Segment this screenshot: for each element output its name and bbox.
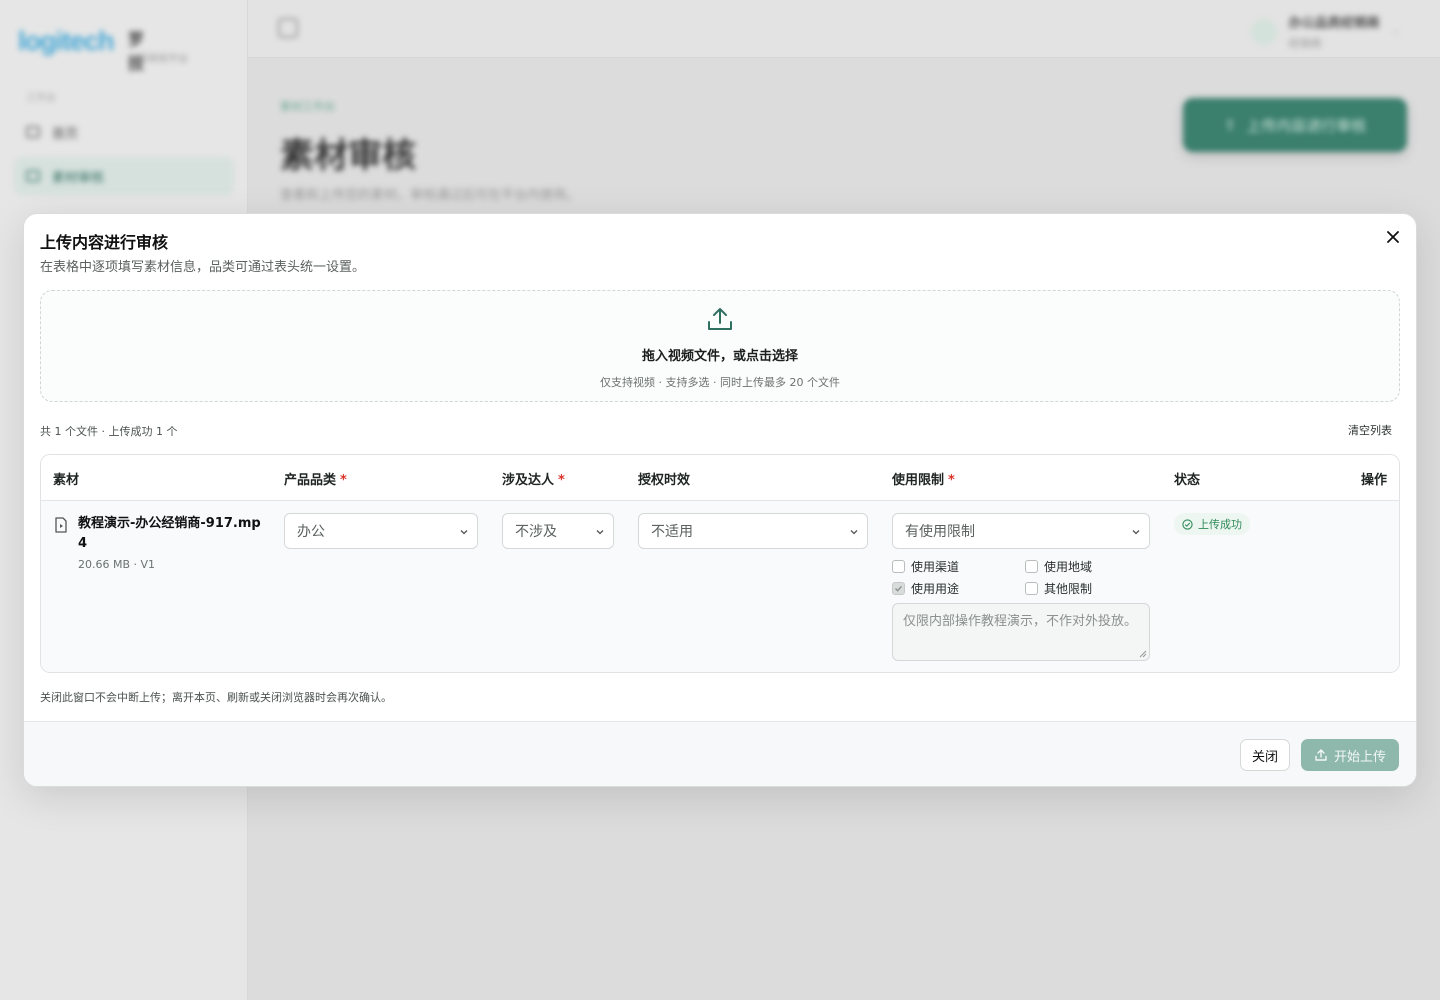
file-meta: 20.66 MB · V1	[78, 558, 156, 571]
upload-modal: 上传内容进行审核 在表格中逐项填写素材信息，品类可通过表头统一设置。 拖入视频文…	[23, 213, 1417, 787]
sidebar-item-home[interactable]: 首页	[14, 113, 234, 151]
user-name: 办公品类经销商	[1288, 16, 1380, 31]
user-role: 经销商	[1288, 37, 1322, 50]
sidebar-item-label: 首页	[52, 126, 79, 142]
modal-subtitle: 在表格中逐项填写素材信息，品类可通过表头统一设置。	[40, 260, 366, 275]
file-icon	[55, 517, 67, 533]
chevron-down-icon: ⌄	[1391, 26, 1400, 37]
close-button[interactable]: 关闭	[1240, 739, 1290, 771]
checkbox-purpose[interactable]: 使用用途	[892, 580, 959, 597]
column-influencer: 涉及达人 *	[502, 473, 565, 488]
logo: logitech	[18, 26, 115, 56]
home-icon	[26, 126, 40, 138]
chevron-down-icon	[460, 530, 468, 535]
user-menu[interactable]: 办公品类经销商 经销商 ⌄	[1250, 12, 1400, 51]
upload-review-button[interactable]: ⇪ 上传内容进行审核	[1183, 98, 1407, 152]
restriction-select[interactable]: 有使用限制	[892, 513, 1150, 549]
checkbox-box	[892, 560, 905, 573]
restriction-note-textarea[interactable]: 仅限内部操作教程演示，不作对外投放。	[892, 603, 1150, 661]
breadcrumb: 素材工作台	[280, 100, 335, 113]
column-status: 状态	[1174, 473, 1201, 488]
upload-review-label: 上传内容进行审核	[1246, 116, 1367, 135]
sidebar-item-label: 素材审核	[52, 170, 105, 186]
table-row: 教程演示-办公经销商-917.mp4 20.66 MB · V1 办公 不涉及 …	[41, 501, 1399, 672]
upload-summary: 共 1 个文件 · 上传成功 1 个	[40, 425, 178, 438]
checkbox-box	[1025, 582, 1038, 595]
brand-subtitle: 内容审核平台	[128, 54, 188, 65]
start-upload-button[interactable]: 开始上传	[1301, 739, 1399, 771]
menu-toggle-icon[interactable]	[278, 18, 298, 38]
status-badge: 上传成功	[1174, 513, 1250, 535]
required-mark: *	[948, 473, 955, 488]
folder-icon	[26, 170, 40, 182]
chevron-down-icon	[596, 530, 604, 535]
upload-icon: ⇪	[1223, 116, 1237, 134]
checkbox-box	[1025, 560, 1038, 573]
upload-table: 素材 产品品类 * 涉及达人 * 授权时效 使用限制 * 状态 操作 教程演示-办公经…	[40, 454, 1400, 673]
close-icon[interactable]	[1382, 226, 1404, 248]
sidebar-item-review[interactable]: 素材审核	[14, 157, 234, 195]
upload-icon	[1315, 749, 1327, 761]
dropzone-hint: 仅支持视频 · 支持多选 · 同时上传最多 20 个文件	[600, 376, 840, 389]
checkbox-region[interactable]: 使用地域	[1025, 558, 1092, 575]
file-dropzone[interactable]: 拖入视频文件，或点击选择 仅支持视频 · 支持多选 · 同时上传最多 20 个文…	[40, 290, 1400, 402]
required-mark: *	[340, 473, 347, 488]
auth-select[interactable]: 不适用	[638, 513, 868, 549]
modal-title: 上传内容进行审核	[40, 233, 169, 252]
upload-icon	[708, 308, 732, 330]
nav-group-label: 工作台	[26, 93, 56, 104]
resize-handle-icon[interactable]	[1139, 650, 1147, 658]
dropzone-title: 拖入视频文件，或点击选择	[641, 349, 798, 364]
checkbox-channel[interactable]: 使用渠道	[892, 558, 959, 575]
column-category[interactable]: 产品品类 *	[284, 469, 347, 488]
check-circle-icon	[1182, 518, 1193, 530]
modal-footer: 关闭 开始上传	[24, 721, 1416, 786]
column-auth: 授权时效	[638, 473, 691, 488]
clear-list-button[interactable]: 清空列表	[1348, 422, 1392, 438]
column-restriction: 使用限制 *	[892, 473, 955, 488]
column-actions: 操作	[1360, 473, 1387, 488]
file-name: 教程演示-办公经销商-917.mp4	[78, 516, 261, 551]
checkbox-other[interactable]: 其他限制	[1025, 580, 1092, 597]
upload-footnote: 关闭此窗口不会中断上传；离开本页、刷新或关闭浏览器时会再次确认。	[40, 691, 392, 704]
required-mark: *	[558, 473, 565, 488]
page-description: 查看和上传您的素材，审核通过后可在平台内使用。	[280, 188, 580, 203]
influencer-select[interactable]: 不涉及	[502, 513, 614, 549]
chevron-down-icon	[1132, 530, 1140, 535]
table-header: 素材 产品品类 * 涉及达人 * 授权时效 使用限制 * 状态 操作	[41, 455, 1399, 501]
chevron-down-icon	[850, 530, 858, 535]
category-select[interactable]: 办公	[284, 513, 478, 549]
avatar	[1250, 18, 1277, 45]
checkbox-box	[892, 582, 905, 595]
column-material: 素材	[53, 473, 80, 488]
page-title: 素材审核	[280, 136, 416, 176]
check-icon	[895, 585, 903, 592]
